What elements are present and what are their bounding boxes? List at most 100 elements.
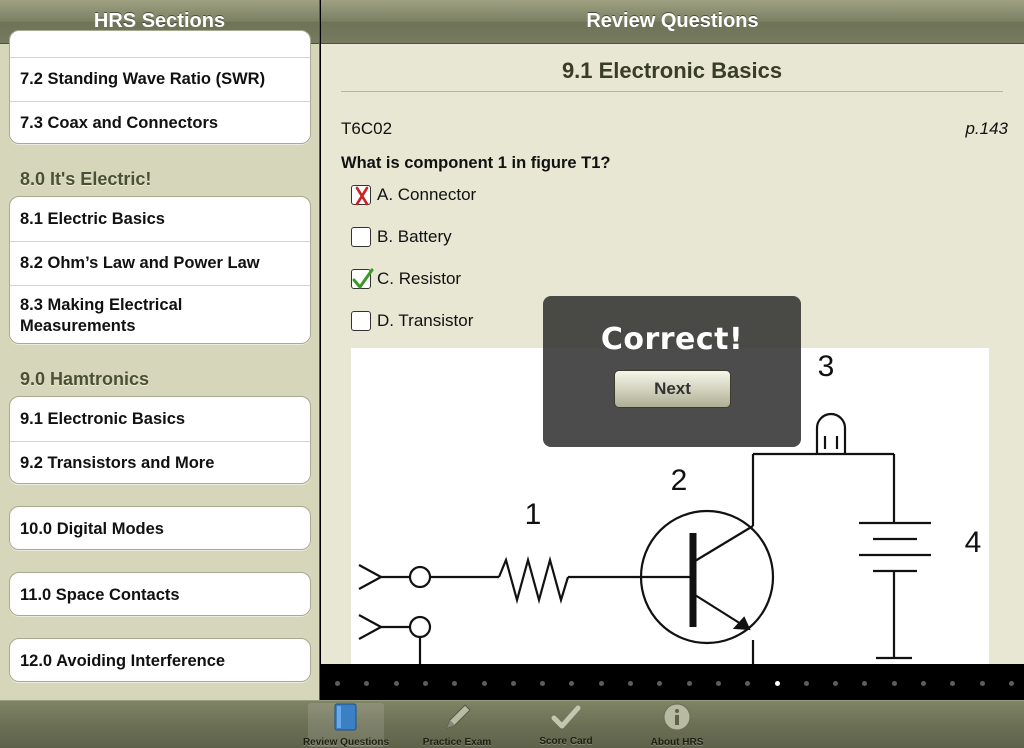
answer-label: D. Transistor: [377, 311, 474, 330]
page-control[interactable]: [321, 664, 1024, 700]
section-item-label: 7.2 Standing Wave Ratio (SWR): [20, 70, 266, 88]
review-navbar: Review Questions: [321, 0, 1024, 44]
tab-score-card[interactable]: Score Card: [528, 703, 604, 747]
terminal-circle: [408, 615, 432, 639]
section-item-8-3[interactable]: 8.3 Making Electrical Measurements: [10, 285, 310, 343]
review-pane: Review Questions 9.1 Electronic Basics T…: [321, 0, 1024, 700]
page-dot: [540, 681, 546, 686]
result-message: Correct!: [600, 322, 744, 357]
section-group-8: 8.1 Electric Basics 8.2 Ohm’s Law and Po…: [9, 196, 311, 344]
section-item-label: 12.0 Avoiding Interference: [20, 651, 226, 670]
terminal-circle: [408, 565, 432, 589]
component-label-1: 1: [525, 498, 542, 531]
answer-label: B. Battery: [377, 227, 452, 246]
section-item-label: 7.3 Coax and Connectors: [20, 114, 219, 132]
page-dot: [481, 681, 487, 686]
page-dot: [774, 681, 780, 686]
sections-pane: HRS Sections 7.2 Standing Wave Ratio (SW…: [0, 0, 320, 700]
page-dot: [598, 681, 604, 686]
section-item-7-1[interactable]: [10, 31, 310, 57]
checkbox-empty[interactable]: [351, 311, 371, 331]
page-reference: p.143: [965, 119, 1008, 138]
sections-list[interactable]: 7.2 Standing Wave Ratio (SWR) 7.3 Coax a…: [0, 30, 319, 700]
checkbox-correct[interactable]: [351, 268, 374, 289]
page-dot: [862, 681, 868, 686]
check-mark-icon: [352, 268, 374, 289]
section-item-label: 8.1 Electric Basics: [20, 209, 165, 228]
section-item-7-2[interactable]: 7.2 Standing Wave Ratio (SWR): [10, 57, 310, 101]
component-label-4: 4: [965, 526, 982, 559]
input-terminal-bottom: [358, 614, 384, 640]
page-dot: [335, 681, 340, 686]
section-item-10[interactable]: 10.0 Digital Modes: [10, 507, 310, 549]
component-label-2: 2: [671, 464, 688, 497]
section-item-8-2[interactable]: 8.2 Ohm’s Law and Power Law: [10, 241, 310, 285]
title-divider: [341, 91, 1003, 92]
section-item-7-3[interactable]: 7.3 Coax and Connectors: [10, 101, 310, 143]
page-dot: [715, 681, 721, 686]
next-button[interactable]: Next: [614, 370, 731, 408]
section-group-10: 10.0 Digital Modes: [9, 506, 311, 550]
section-item-label: 9.1 Electronic Basics: [20, 409, 186, 428]
question-text: What is component 1 in figure T1?: [341, 154, 611, 172]
page-dot: [364, 681, 370, 686]
tab-practice-exam[interactable]: Practice Exam: [419, 703, 495, 748]
section-group-9: 9.1 Electronic Basics 9.2 Transistors an…: [9, 396, 311, 484]
section-group-12: 12.0 Avoiding Interference: [9, 638, 311, 682]
checkmark-icon: [551, 703, 581, 730]
checkbox-empty[interactable]: [351, 227, 371, 247]
section-item-label: 11.0 Space Contacts: [20, 585, 180, 604]
answer-d[interactable]: D. Transistor: [351, 311, 473, 331]
answer-a[interactable]: A. Connector: [351, 185, 477, 206]
tab-label: Score Card: [539, 736, 593, 747]
page-dot: [569, 681, 575, 686]
emitter-arrow: [732, 616, 751, 631]
question-section-title: 9.1 Electronic Basics: [561, 58, 783, 83]
lamp-symbol: [815, 412, 847, 454]
input-terminal-top: [358, 564, 384, 590]
section-group-11: 11.0 Space Contacts: [9, 572, 311, 616]
answer-b[interactable]: B. Battery: [351, 227, 452, 247]
page-dot: [510, 681, 516, 686]
page-dot: [628, 681, 633, 686]
question-content[interactable]: 9.1 Electronic Basics T6C02 p.143 What i…: [321, 44, 1024, 664]
page-dot: [686, 681, 692, 686]
tab-label: About HRS: [650, 737, 704, 748]
review-title: Review Questions: [586, 10, 759, 32]
page-dot: [452, 681, 458, 686]
section-header-9: 9.0 Hamtronics: [20, 369, 150, 389]
section-item-label: 10.0 Digital Modes: [20, 519, 164, 538]
tab-bar: Review Questions Practice Exam Score Car…: [0, 700, 1024, 748]
page-dot: [803, 681, 809, 686]
page-dot: [921, 681, 926, 686]
section-item-12[interactable]: 12.0 Avoiding Interference: [10, 639, 310, 681]
section-item-label: 8.3 Making Electrical Measurements: [20, 295, 183, 335]
tab-review-questions[interactable]: Review Questions: [303, 703, 389, 748]
section-item-label: 8.2 Ohm’s Law and Power Law: [20, 254, 260, 272]
page-dot: [745, 681, 751, 686]
page-dot: [833, 681, 839, 686]
section-item-8-1[interactable]: 8.1 Electric Basics: [10, 197, 310, 241]
info-icon: [663, 703, 691, 731]
page-dot: [950, 681, 956, 686]
section-item-9-1[interactable]: 9.1 Electronic Basics: [10, 397, 310, 441]
section-item-9-2[interactable]: 9.2 Transistors and More: [10, 441, 310, 483]
x-mark-icon: [355, 186, 369, 206]
checkbox-wrong[interactable]: [351, 185, 371, 206]
resistor-symbol: [497, 555, 570, 605]
answer-label: C. Resistor: [377, 269, 462, 288]
answer-c[interactable]: C. Resistor: [351, 268, 462, 289]
page-dot: [891, 681, 897, 686]
tab-label: Review Questions: [302, 737, 390, 748]
answer-label: A. Connector: [377, 185, 477, 204]
book-icon: [333, 703, 359, 731]
section-group-7: 7.2 Standing Wave Ratio (SWR) 7.3 Coax a…: [9, 30, 311, 144]
page-dot: [657, 681, 663, 686]
section-item-11[interactable]: 11.0 Space Contacts: [10, 573, 310, 615]
page-dot: [979, 681, 985, 686]
page-dot: [422, 681, 428, 686]
component-label-3: 3: [818, 350, 835, 383]
tab-about-hrs[interactable]: About HRS: [639, 703, 715, 748]
section-item-label: 9.2 Transistors and More: [20, 454, 215, 472]
tab-label: Practice Exam: [422, 737, 492, 748]
